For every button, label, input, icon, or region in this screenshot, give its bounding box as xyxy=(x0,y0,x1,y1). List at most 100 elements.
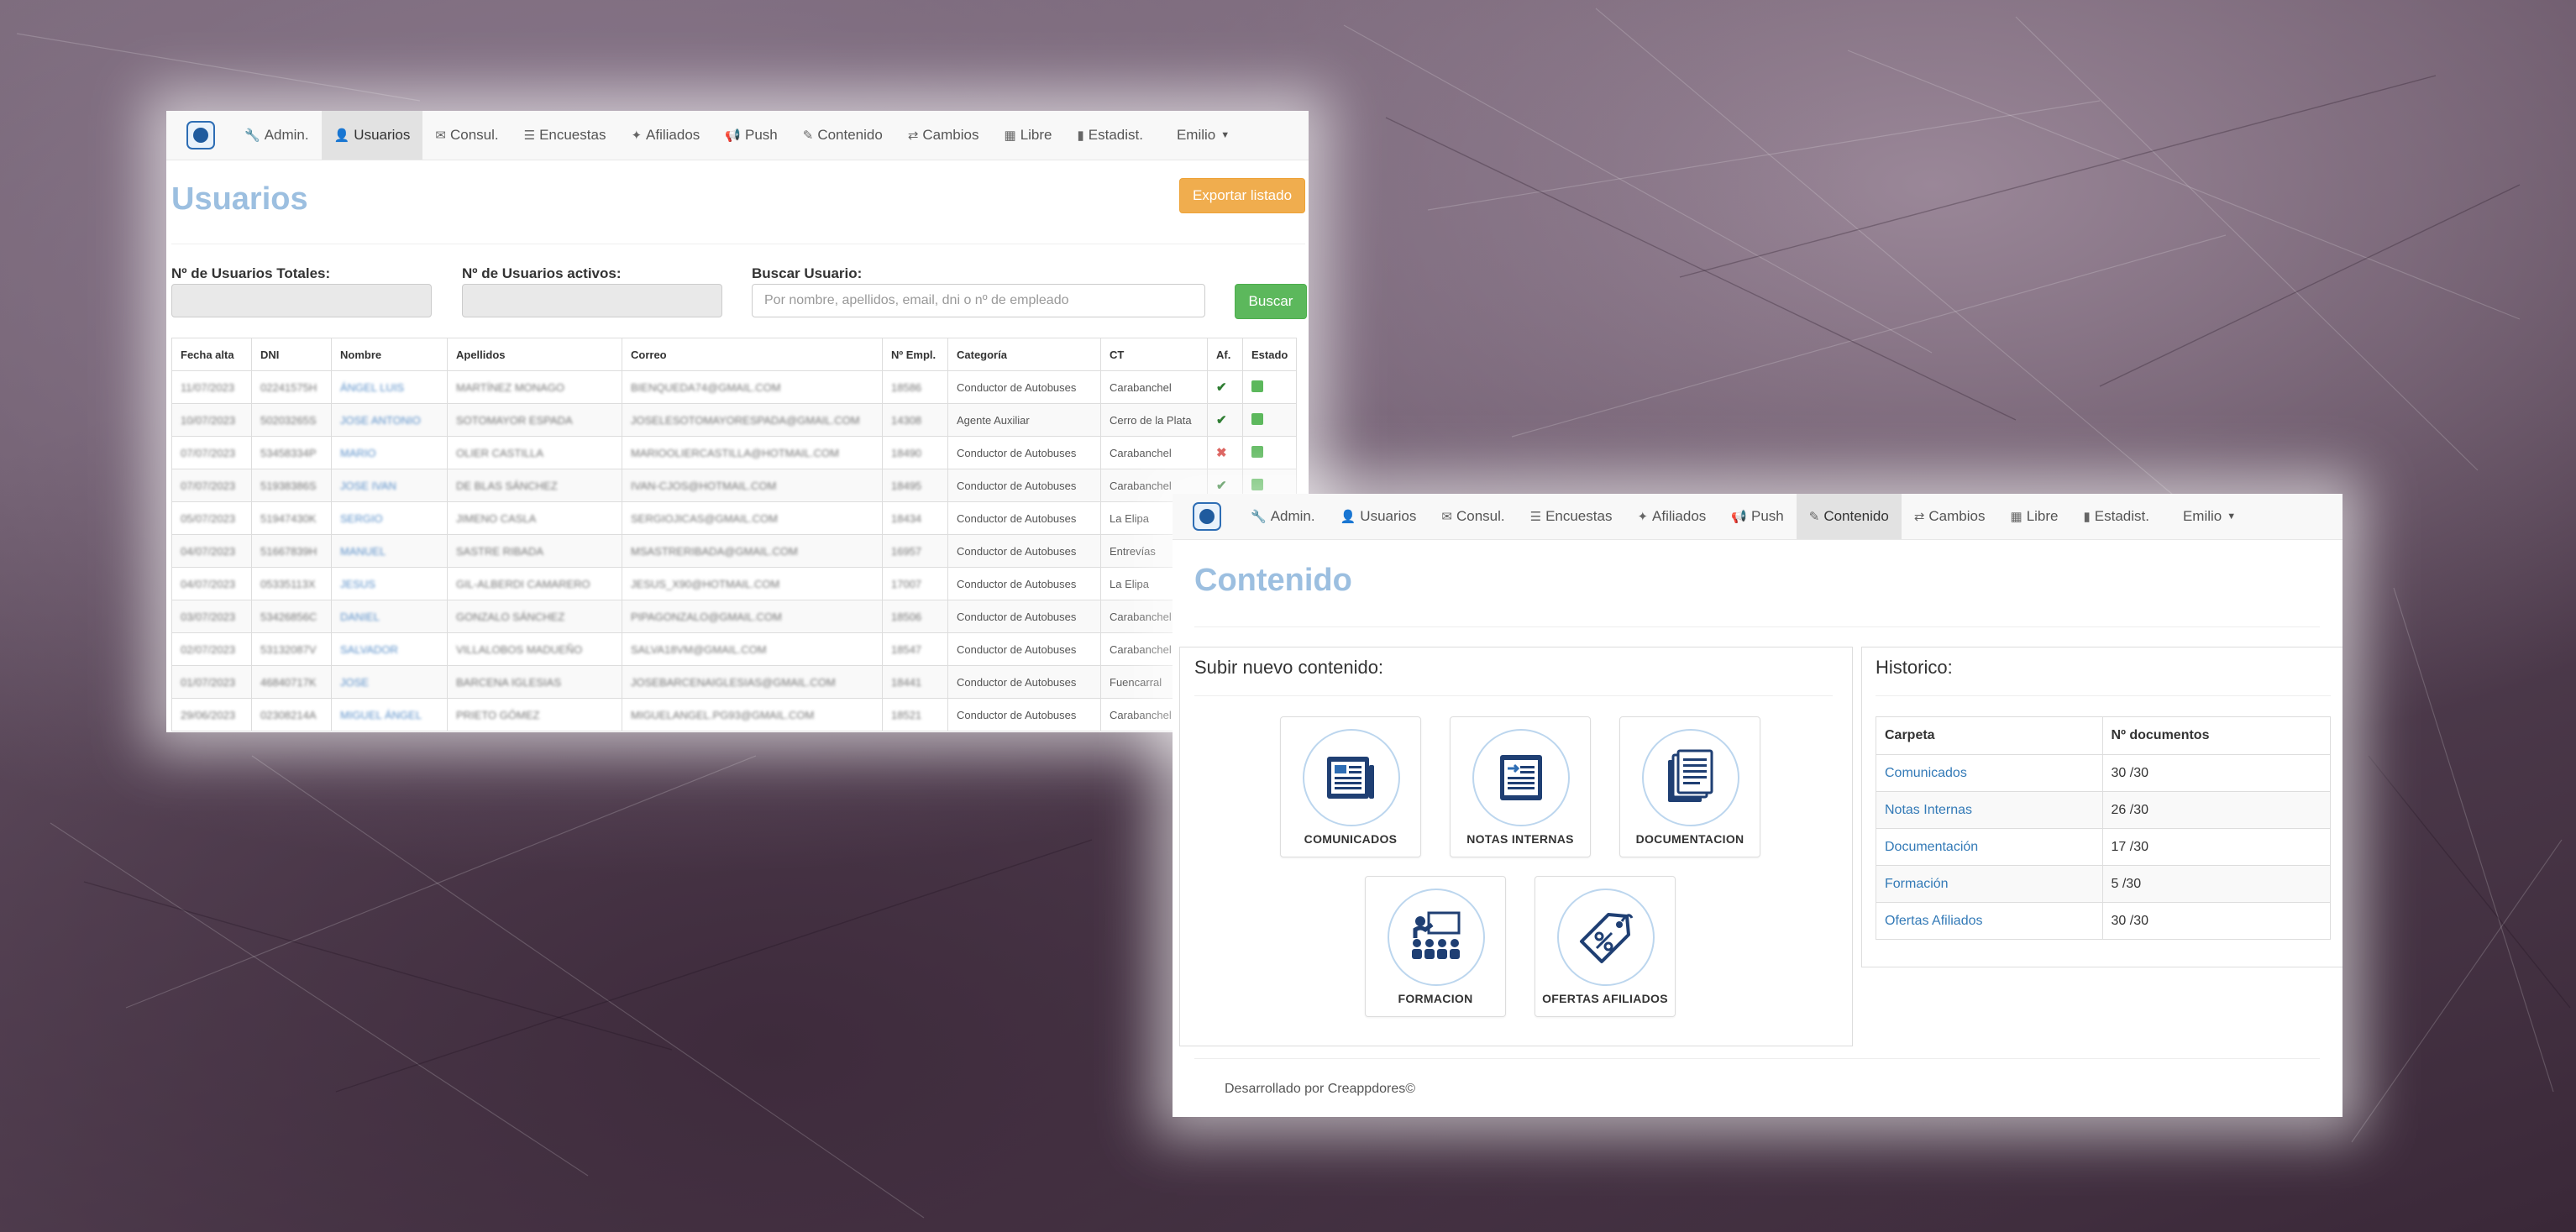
nav-item-contenido[interactable]: ✎ Contenido xyxy=(1796,494,1902,539)
user-name-link[interactable]: JOSE IVAN xyxy=(340,480,396,492)
folder-link-formacion[interactable]: Formación xyxy=(1885,877,1949,891)
nav-item-libre[interactable]: ▦ Libre xyxy=(992,111,1065,160)
top-navbar: 🔧 Admin. 👤 Usuarios ✉ Consul. ☰ Encuestas ✦ A… xyxy=(166,111,1309,160)
document-icon: ✎ xyxy=(1808,510,1820,524)
user-name-link[interactable]: JESUS xyxy=(340,578,375,590)
col-num-empleado[interactable]: Nº Empl. xyxy=(882,338,948,371)
ct-cell: Carabanchel xyxy=(1110,708,1172,721)
doc-count: 30 /30 xyxy=(2101,902,2332,940)
user-menu[interactable]: Emilio ▼ xyxy=(1164,111,1242,160)
blurred-cell: 29/06/2023 xyxy=(181,708,236,721)
col-apellidos[interactable]: Apellidos xyxy=(447,338,622,371)
table-row: 07/07/2023 53458334P MARIO OLIER CASTILLA MA… xyxy=(171,436,1298,469)
user-name-link[interactable]: ÁNGEL LUIS xyxy=(340,381,404,394)
nav-item-estadist[interactable]: ▮ Estadist. xyxy=(1065,111,1156,160)
user-name-link[interactable]: JOSE xyxy=(340,676,369,689)
col-carpeta: Carpeta xyxy=(1876,716,2103,755)
folder-link-ofertas-afiliados[interactable]: Ofertas Afiliados xyxy=(1885,914,1983,928)
status-active-icon[interactable] xyxy=(1251,412,1263,425)
blurred-cell: 53458334P xyxy=(260,446,317,459)
nav-item-afiliados[interactable]: ✦ Afiliados xyxy=(1624,494,1718,539)
tile-notas-internas[interactable]: NOTAS INTERNAS xyxy=(1450,716,1591,857)
nav-item-cambios[interactable]: ⇄ Cambios xyxy=(895,111,992,160)
nav-item-push[interactable]: 📢 Push xyxy=(712,111,790,160)
app-logo[interactable] xyxy=(186,121,215,149)
col-categoria[interactable]: Categoría xyxy=(947,338,1101,371)
col-fecha-alta[interactable]: Fecha alta xyxy=(171,338,252,371)
status-active-icon[interactable] xyxy=(1251,445,1263,458)
user-name-link[interactable]: MANUEL xyxy=(340,545,386,558)
user-name-link[interactable]: DANIEL xyxy=(340,611,380,623)
col-afiliado[interactable]: Af. xyxy=(1207,338,1243,371)
blurred-cell: 07/07/2023 xyxy=(181,446,236,459)
doc-count: 5 /30 xyxy=(2101,865,2332,903)
top-navbar: 🔧 Admin. 👤 Usuarios ✉ Consul. ☰ Encuestas ✦ A… xyxy=(1173,494,2343,540)
retweet-icon: ⇄ xyxy=(1913,510,1925,524)
document-icon: ✎ xyxy=(802,128,814,143)
nav-item-afiliados[interactable]: ✦ Afiliados xyxy=(618,111,712,160)
check-icon: ✔ xyxy=(1216,413,1227,427)
nav-item-usuarios[interactable]: 👤 Usuarios xyxy=(1328,494,1430,539)
col-nombre[interactable]: Nombre xyxy=(331,338,448,371)
blurred-cell: JIMENO CASLA xyxy=(456,511,537,525)
nav-item-push[interactable]: 📢 Push xyxy=(1718,494,1796,539)
blurred-cell: JESUS_X90@HOTMAIL.COM xyxy=(631,577,780,590)
blurred-cell: 04/07/2023 xyxy=(181,577,236,590)
user-name-link[interactable]: JOSE ANTONIO xyxy=(340,414,421,427)
status-active-icon[interactable] xyxy=(1251,478,1263,490)
folder-link-notas-internas[interactable]: Notas Internas xyxy=(1885,803,1972,817)
tile-documentacion[interactable]: DOCUMENTACION xyxy=(1619,716,1760,857)
megaphone-icon: 📢 xyxy=(725,128,741,143)
category-cell: Conductor de Autobuses xyxy=(957,642,1077,656)
nav-item-consul[interactable]: ✉ Consul. xyxy=(1429,494,1517,539)
signal-icon: ▮ xyxy=(2083,510,2091,524)
nav-item-consul[interactable]: ✉ Consul. xyxy=(422,111,511,160)
blurred-cell: 53132087V xyxy=(260,642,317,656)
nav-item-usuarios[interactable]: 👤 Usuarios xyxy=(321,111,423,160)
doc-count: 26 /30 xyxy=(2101,791,2332,829)
nav-item-cambios[interactable]: ⇄ Cambios xyxy=(1902,494,1998,539)
folder-link-documentacion[interactable]: Documentación xyxy=(1885,840,1978,854)
newspaper-icon xyxy=(1327,757,1374,799)
user-name-link[interactable]: SALVADOR xyxy=(340,643,398,656)
divider xyxy=(1876,695,2331,696)
list-icon: ☰ xyxy=(1529,510,1542,524)
nav-item-admin[interactable]: 🔧 Admin. xyxy=(232,111,322,160)
table-row: 10/07/2023 50203265S JOSE ANTONIO SOTOMAYOR… xyxy=(171,403,1298,437)
nav-item-estadist[interactable]: ▮ Estadist. xyxy=(2071,494,2162,539)
blurred-cell: 18506 xyxy=(891,610,922,623)
user-name-link[interactable]: SERGIO xyxy=(340,512,383,525)
search-button[interactable]: Buscar xyxy=(1235,284,1307,319)
search-user-input[interactable] xyxy=(752,284,1205,317)
search-user-label: Buscar Usuario: xyxy=(752,265,863,281)
user-name-link[interactable]: MIGUEL ÁNGEL xyxy=(340,709,422,721)
export-list-button[interactable]: Exportar listado xyxy=(1179,178,1305,213)
col-estado[interactable]: Estado xyxy=(1241,338,1298,371)
table-row: Notas Internas 26 /30 xyxy=(1876,791,2332,829)
user-icon: 👤 xyxy=(333,128,350,143)
category-cell: Conductor de Autobuses xyxy=(957,675,1077,689)
table-row: 01/07/2023 46840717K JOSE BARCENA IGLESIAS J… xyxy=(171,665,1298,699)
category-cell: Conductor de Autobuses xyxy=(957,577,1077,590)
nav-item-libre[interactable]: ▦ Libre xyxy=(1998,494,2071,539)
folder-link-comunicados[interactable]: Comunicados xyxy=(1885,766,1967,780)
nav-item-contenido[interactable]: ✎ Contenido xyxy=(790,111,895,160)
app-logo[interactable] xyxy=(1193,502,1221,531)
tile-comunicados[interactable]: COMUNICADOS xyxy=(1280,716,1421,857)
user-name-link[interactable]: MARIO xyxy=(340,447,376,459)
tile-formacion[interactable]: FORMACION xyxy=(1365,876,1506,1017)
internal-note-icon xyxy=(1500,755,1542,800)
blurred-cell: MIGUELANGEL.PG93@GMAIL.COM xyxy=(631,708,815,721)
blurred-cell: PIPAGONZALO@GMAIL.COM xyxy=(631,610,782,623)
col-ct[interactable]: CT xyxy=(1100,338,1208,371)
category-cell: Conductor de Autobuses xyxy=(957,380,1077,394)
user-menu[interactable]: Emilio ▼ xyxy=(2170,494,2248,539)
col-dni[interactable]: DNI xyxy=(251,338,332,371)
table-row: 05/07/2023 51947430K SERGIO JIMENO CASLA SER… xyxy=(171,501,1298,535)
tile-ofertas-afiliados[interactable]: OFERTAS AFILIADOS xyxy=(1535,876,1676,1017)
nav-item-encuestas[interactable]: ☰ Encuestas xyxy=(1518,494,1625,539)
status-active-icon[interactable] xyxy=(1251,380,1263,392)
col-correo[interactable]: Correo xyxy=(622,338,883,371)
nav-item-encuestas[interactable]: ☰ Encuestas xyxy=(512,111,619,160)
nav-item-admin[interactable]: 🔧 Admin. xyxy=(1238,494,1328,539)
